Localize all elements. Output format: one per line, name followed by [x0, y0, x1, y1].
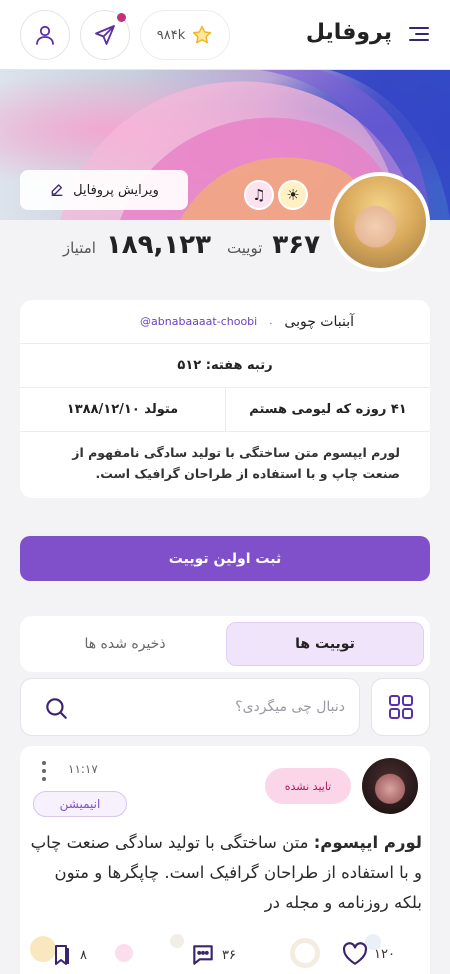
status-badge: تایید نشده — [265, 768, 351, 804]
hamburger-icon[interactable] — [408, 25, 430, 43]
display-name: آبنبات چوبی — [284, 313, 354, 330]
achievement-badges: ♫ ☀ — [244, 180, 308, 210]
name-separator: . — [269, 316, 273, 327]
points-pill[interactable]: ۹۸۴k — [140, 10, 230, 60]
points-count: ۱۸۹,۱۲۳ — [105, 230, 212, 260]
bookmark-icon — [55, 945, 69, 965]
week-rank-row: رتبه هفته: ۵۱۲ — [20, 344, 430, 388]
search-box — [20, 678, 360, 736]
week-rank: رتبه هفته: ۵۱۲ — [177, 358, 273, 373]
tweets-label: توییت — [227, 239, 263, 257]
messages-button[interactable] — [80, 10, 130, 60]
comment-action[interactable]: ۳۶ — [190, 942, 236, 968]
pencil-icon — [51, 184, 63, 196]
decor-shape — [170, 934, 184, 948]
tab-saved[interactable]: ذخیره شده ها — [26, 622, 224, 666]
music-badge-icon: ♫ — [244, 180, 274, 210]
edit-profile-label: ویرایش پروفایل — [73, 182, 159, 198]
name-row: آبنبات چوبی . @abnabaaaat-choobi — [20, 300, 430, 344]
author-avatar[interactable] — [362, 758, 418, 814]
first-tweet-button[interactable]: ثبت اولین توییت — [20, 536, 430, 581]
edit-profile-button[interactable]: ویرایش پروفایل — [20, 170, 188, 210]
user-handle[interactable]: @abnabaaaat-choobi — [140, 315, 257, 328]
more-options-icon[interactable] — [40, 760, 48, 782]
profile-info-card: آبنبات چوبی . @abnabaaaat-choobi رتبه هف… — [20, 300, 430, 498]
tab-tweets[interactable]: توییت ها — [226, 622, 424, 666]
grid-view-button[interactable] — [371, 678, 430, 736]
notification-dot — [117, 13, 126, 22]
like-action[interactable]: ۱۲۰ — [342, 942, 395, 966]
comment-icon — [193, 945, 213, 965]
details-row: ۴۱ روزه که لیومی هستم متولد ۱۳۸۸/۱۲/۱۰ — [20, 387, 430, 432]
category-chip[interactable]: انیمیشن — [33, 791, 127, 817]
save-action[interactable]: ۸ — [50, 942, 87, 968]
tweets-count: ۳۶۷ — [272, 230, 320, 260]
star-icon — [193, 25, 212, 44]
top-app-bar: ۹۸۴k پروفایل — [0, 0, 450, 70]
bio-text: لورم ایپسوم متن ساختگی با تولید سادگی نا… — [72, 445, 400, 481]
heart-icon — [342, 942, 368, 965]
birth-date: متولد ۱۳۸۸/۱۲/۱۰ — [66, 402, 179, 417]
points-label: امتیاز — [62, 239, 96, 257]
page-title: پروفایل — [305, 20, 392, 45]
saves-count: ۸ — [80, 947, 87, 963]
points-value: ۹۸۴k — [156, 27, 186, 43]
profile-button[interactable] — [20, 10, 70, 60]
search-icon[interactable] — [43, 695, 69, 721]
search-input[interactable] — [85, 679, 345, 735]
likes-count: ۱۲۰ — [374, 946, 395, 962]
grid-icon — [388, 695, 413, 719]
profile-stats: ۳۶۷ توییت ۱۸۹,۱۲۳ امتیاز — [63, 230, 320, 260]
decor-shape — [115, 944, 133, 962]
streak-text: ۴۱ روزه که لیومی هستم — [225, 387, 430, 432]
content-tabs: توییت ها ذخیره شده ها — [20, 616, 430, 672]
post-title: لورم ایپسوم: — [313, 833, 422, 852]
send-icon — [95, 25, 115, 45]
user-icon — [36, 25, 54, 45]
comments-count: ۳۶ — [222, 947, 236, 963]
sun-badge-icon: ☀ — [278, 180, 308, 210]
post-time: ۱۱:۱۷ — [68, 762, 98, 776]
decor-shape — [290, 938, 320, 968]
post-text: لورم ایپسوم: متن ساختگی با تولید سادگی ص… — [30, 828, 422, 918]
profile-avatar — [330, 172, 430, 272]
